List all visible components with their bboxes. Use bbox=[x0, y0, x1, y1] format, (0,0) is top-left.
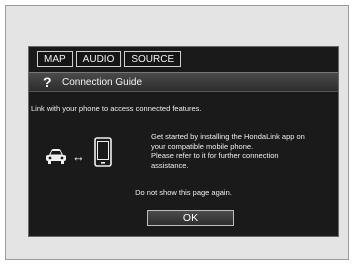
setup-instructions: Get started by installing the HondaLink … bbox=[151, 132, 305, 170]
bidirectional-arrow-icon: ↔ bbox=[72, 149, 85, 164]
instruction-line: assistance. bbox=[151, 160, 189, 170]
tab-source[interactable]: SOURCE bbox=[124, 51, 182, 67]
question-mark-icon: ? bbox=[43, 74, 52, 90]
instruction-line: Please refer to it for further connectio… bbox=[151, 151, 279, 160]
connection-guide-screen: MAP AUDIO SOURCE ? Connection Guide Link… bbox=[28, 46, 339, 237]
instruction-line: Get started by installing the HondaLink … bbox=[151, 132, 305, 141]
page-header: ? Connection Guide bbox=[29, 72, 338, 92]
car-icon bbox=[46, 149, 66, 164]
top-tabs: MAP AUDIO SOURCE bbox=[37, 51, 182, 67]
do-not-show-again-option[interactable]: Do not show this page again. bbox=[29, 188, 338, 198]
intro-text: Link with your phone to access connected… bbox=[31, 104, 202, 113]
tab-audio[interactable]: AUDIO bbox=[75, 51, 122, 67]
tab-map[interactable]: MAP bbox=[37, 51, 73, 67]
instruction-line: your compatible mobile phone. bbox=[151, 141, 254, 151]
page-title: Connection Guide bbox=[62, 77, 143, 88]
smartphone-icon bbox=[94, 137, 112, 167]
ok-button[interactable]: OK bbox=[147, 210, 234, 226]
display-frame: MAP AUDIO SOURCE ? Connection Guide Link… bbox=[5, 5, 349, 260]
